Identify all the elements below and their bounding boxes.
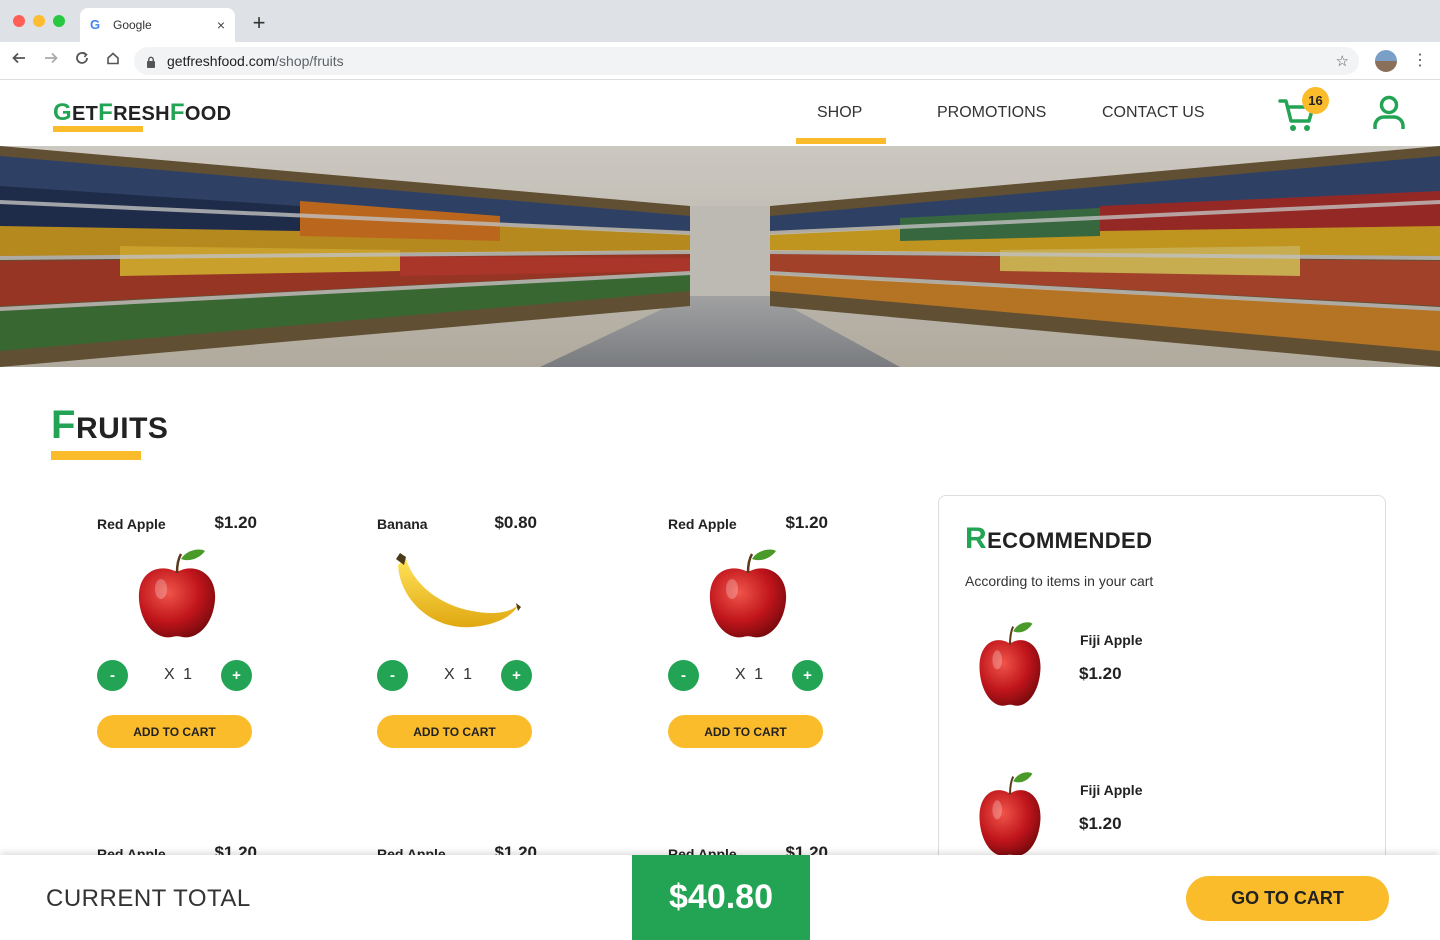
decrease-quantity-button[interactable]: - bbox=[668, 660, 699, 691]
decrease-quantity-button[interactable]: - bbox=[97, 660, 128, 691]
increase-quantity-button[interactable]: + bbox=[792, 660, 823, 691]
product-name: Red Apple bbox=[97, 516, 166, 532]
user-account-icon[interactable] bbox=[1372, 95, 1406, 131]
site-header: GETFRESHFOOD SHOP PROMOTIONS CONTACT US … bbox=[0, 81, 1440, 146]
bookmark-star-icon[interactable]: ☆ bbox=[1336, 52, 1349, 70]
current-total-value: $40.80 bbox=[632, 855, 810, 940]
window-maximize-dot[interactable] bbox=[53, 15, 65, 27]
recommended-item[interactable]: Fiji Apple $1.20 bbox=[965, 618, 1365, 718]
recommended-item-price: $1.20 bbox=[1079, 814, 1122, 833]
browser-tab[interactable]: G Google × bbox=[80, 8, 235, 42]
tab-title: Google bbox=[113, 18, 152, 32]
recommended-item-price: $1.20 bbox=[1079, 664, 1122, 683]
window-close-dot[interactable] bbox=[13, 15, 25, 27]
go-to-cart-button[interactable]: GO TO CART bbox=[1186, 876, 1389, 921]
address-bar[interactable]: getfreshfood.com/shop/fruits ☆ bbox=[134, 47, 1359, 75]
product-name: Banana bbox=[377, 516, 428, 532]
google-favicon-icon: G bbox=[90, 17, 101, 32]
apple-image bbox=[698, 545, 798, 645]
hero-banner-image bbox=[0, 146, 1440, 367]
quantity-display: X 1 bbox=[443, 666, 474, 683]
recommended-item-name: Fiji Apple bbox=[1080, 782, 1143, 798]
product-price: $1.20 bbox=[785, 513, 828, 532]
add-to-cart-button[interactable]: ADD TO CART bbox=[97, 715, 252, 748]
logo-underline bbox=[53, 126, 143, 132]
profile-avatar[interactable] bbox=[1375, 50, 1397, 72]
apple-image bbox=[127, 545, 227, 645]
increase-quantity-button[interactable]: + bbox=[221, 660, 252, 691]
recommended-item-name: Fiji Apple bbox=[1080, 632, 1143, 648]
new-tab-button[interactable]: + bbox=[248, 10, 270, 36]
browser-menu-icon[interactable]: ⋮ bbox=[1412, 50, 1428, 72]
cart-count-badge: 16 bbox=[1302, 87, 1329, 114]
nav-shop[interactable]: SHOP bbox=[817, 104, 862, 122]
current-total-label: CURRENT TOTAL bbox=[46, 885, 251, 912]
window-minimize-dot[interactable] bbox=[33, 15, 45, 27]
nav-contact-us[interactable]: CONTACT US bbox=[1102, 104, 1205, 122]
recommended-item[interactable]: Fiji Apple $1.20 bbox=[965, 768, 1365, 868]
banana-image bbox=[392, 545, 522, 645]
forward-arrow-icon[interactable] bbox=[40, 50, 62, 72]
apple-image bbox=[970, 768, 1050, 863]
quantity-display: X 1 bbox=[734, 666, 765, 683]
browser-toolbar: getfreshfood.com/shop/fruits ☆ ⋮ bbox=[0, 42, 1440, 80]
nav-promotions[interactable]: PROMOTIONS bbox=[937, 104, 1046, 122]
checkout-bar: CURRENT TOTAL $40.80 GO TO CART bbox=[0, 855, 1440, 940]
reload-icon[interactable] bbox=[71, 50, 93, 72]
url-path: /shop/fruits bbox=[275, 53, 344, 69]
increase-quantity-button[interactable]: + bbox=[501, 660, 532, 691]
back-arrow-icon[interactable] bbox=[8, 50, 30, 72]
apple-image bbox=[970, 618, 1050, 713]
product-card: Red Apple $1.20 - X 1 + ADD TO CART bbox=[97, 500, 257, 748]
page-title: FRUITS bbox=[51, 403, 169, 447]
recommended-subtitle: According to items in your cart bbox=[965, 573, 1154, 589]
add-to-cart-button[interactable]: ADD TO CART bbox=[377, 715, 532, 748]
active-nav-indicator bbox=[796, 138, 886, 144]
decrease-quantity-button[interactable]: - bbox=[377, 660, 408, 691]
product-card: Red Apple $1.20 - X 1 + ADD TO CART bbox=[668, 500, 828, 748]
lock-icon bbox=[146, 55, 156, 68]
home-icon[interactable] bbox=[102, 50, 124, 72]
url-host: getfreshfood.com bbox=[167, 53, 276, 69]
quantity-display: X 1 bbox=[163, 666, 194, 683]
product-name: Red Apple bbox=[668, 516, 737, 532]
browser-tab-bar: G Google × + bbox=[0, 0, 1440, 42]
product-card: Banana $0.80 - X 1 + ADD TO CART bbox=[377, 500, 537, 748]
product-price: $0.80 bbox=[494, 513, 537, 532]
product-price: $1.20 bbox=[214, 513, 257, 532]
site-logo[interactable]: GETFRESHFOOD bbox=[53, 99, 231, 127]
add-to-cart-button[interactable]: ADD TO CART bbox=[668, 715, 823, 748]
tab-close-icon[interactable]: × bbox=[217, 17, 225, 33]
page-title-underline bbox=[51, 451, 141, 460]
recommended-title: RECOMMENDED bbox=[965, 522, 1153, 555]
recommended-panel: RECOMMENDED According to items in your c… bbox=[938, 495, 1386, 875]
